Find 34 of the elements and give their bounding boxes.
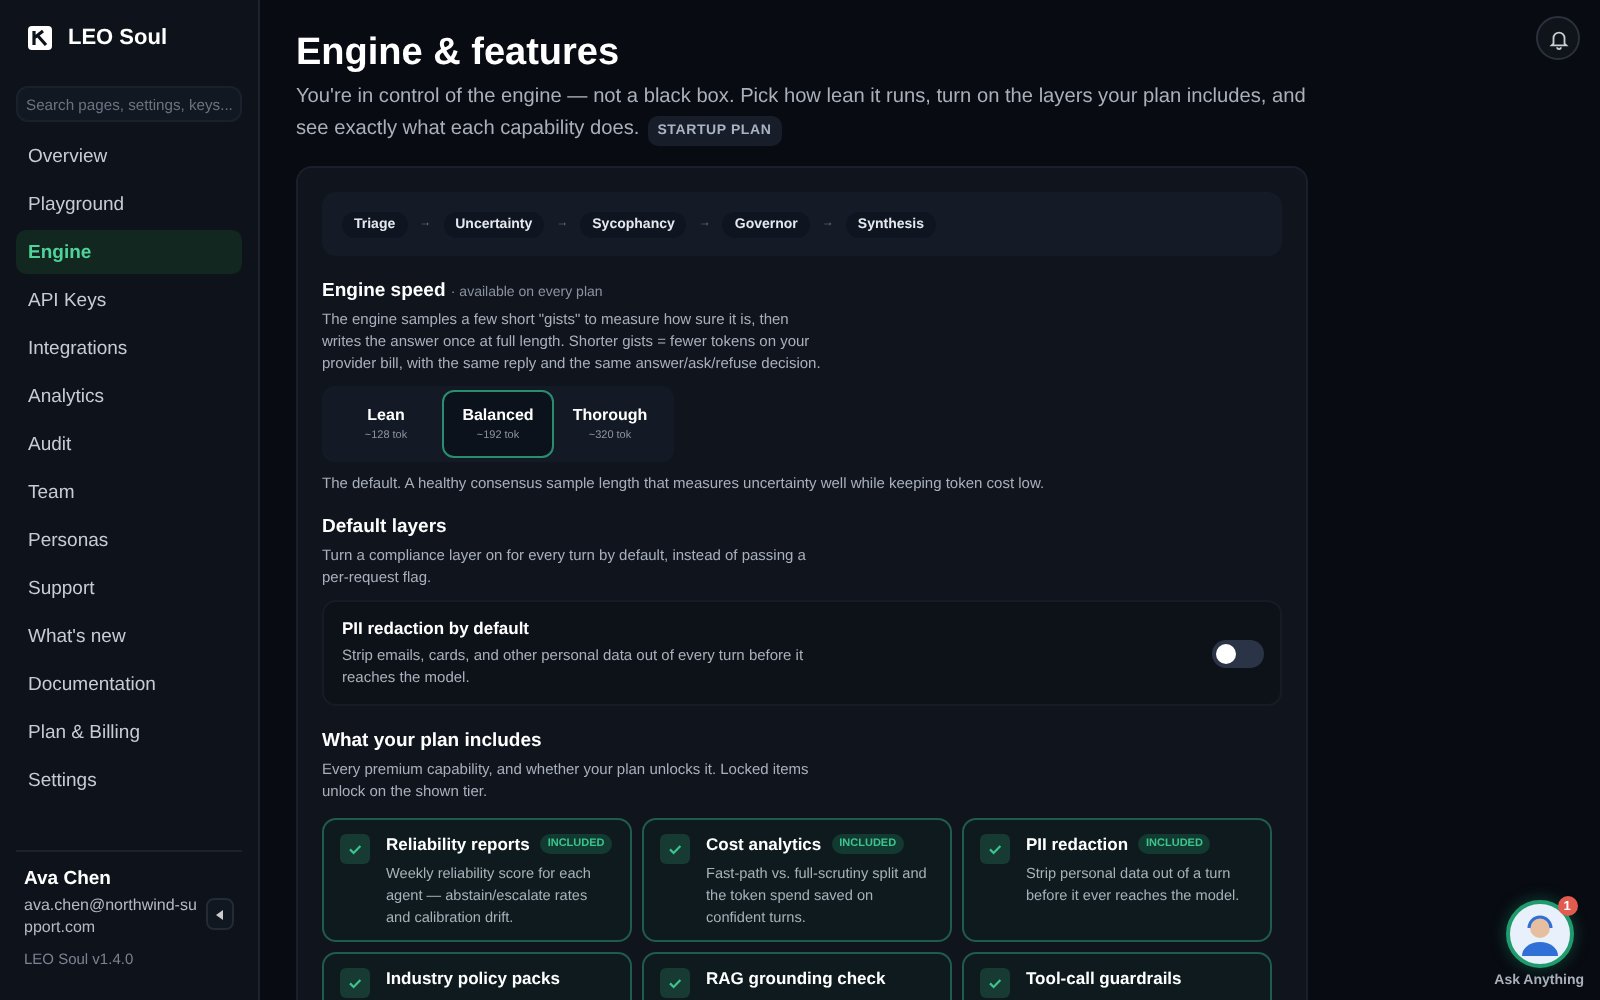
feature-title: Cost analytics (706, 834, 822, 854)
logo-icon (28, 26, 52, 50)
bell-icon (1547, 27, 1569, 49)
nav-item[interactable]: Personas (16, 518, 242, 562)
nav-item[interactable]: Support (16, 566, 242, 610)
collapse-button[interactable] (206, 898, 234, 930)
nav-item[interactable]: What's new (16, 614, 242, 658)
notifications-button[interactable] (1536, 16, 1580, 60)
nav-item[interactable]: Team (16, 470, 242, 514)
section-title: What your plan includes (322, 730, 544, 752)
nav-item[interactable]: Engine (16, 230, 242, 274)
nav-item[interactable]: Overview (16, 134, 242, 178)
nav-item[interactable]: API Keys (16, 278, 242, 322)
user-email: ava.chen@northwind-support.com (24, 894, 199, 938)
page-title: Engine & features (296, 32, 620, 76)
layer-title: PII redaction by default (342, 618, 532, 638)
feature-title: Reliability reports (386, 834, 530, 854)
section-title: Default layers (322, 516, 449, 538)
user-name: Ava Chen (24, 868, 113, 890)
toggle-switch[interactable] (1212, 639, 1264, 667)
feature-title: Tool-call guardrails (1026, 968, 1182, 988)
brand-name: LEO Soul (68, 26, 167, 50)
nav-item[interactable]: Settings (16, 758, 242, 802)
nav-item[interactable]: Analytics (16, 374, 242, 418)
section-title: Engine speed (322, 280, 446, 302)
feature-title: RAG grounding check (706, 968, 886, 988)
nav-item[interactable]: Audit (16, 422, 242, 466)
nav-item[interactable]: Integrations (16, 326, 242, 370)
feature-title: Industry policy packs (386, 968, 560, 988)
caret-icon (216, 909, 225, 919)
nav-item[interactable]: Documentation (16, 662, 242, 706)
nav-item[interactable]: Playground (16, 182, 242, 226)
feature-title: PII redaction (1026, 834, 1129, 854)
nav-item[interactable]: Plan & Billing (16, 710, 242, 754)
